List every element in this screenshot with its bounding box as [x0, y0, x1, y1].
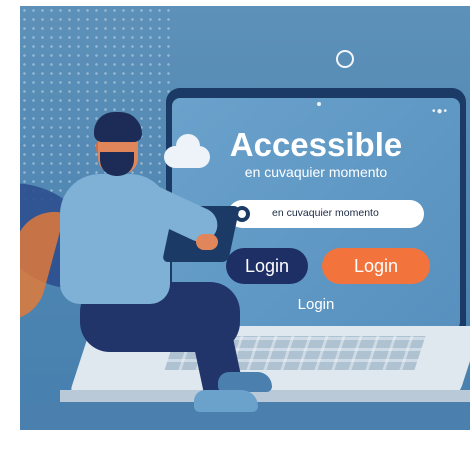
window-controls-icon: •●• — [431, 106, 448, 117]
camera-dot — [317, 102, 321, 106]
person-hand — [196, 234, 218, 250]
shoe-front — [194, 390, 258, 412]
shoe-back — [218, 372, 272, 392]
circle-decoration — [336, 50, 354, 68]
search-field[interactable]: en cuvaquier momento — [228, 200, 424, 228]
illustration: •●• Accessible en cuvaquier momento en c… — [20, 6, 470, 430]
headline: Accessible — [229, 126, 403, 163]
login-button-dark[interactable]: Login — [226, 248, 308, 284]
subheadline: en cuvaquier momento — [244, 164, 388, 180]
cloud-icon — [164, 134, 210, 168]
search-text: en cuvaquier momento — [272, 207, 379, 219]
login-link[interactable]: Login — [278, 296, 354, 313]
login-button-orange[interactable]: Login — [322, 248, 430, 284]
